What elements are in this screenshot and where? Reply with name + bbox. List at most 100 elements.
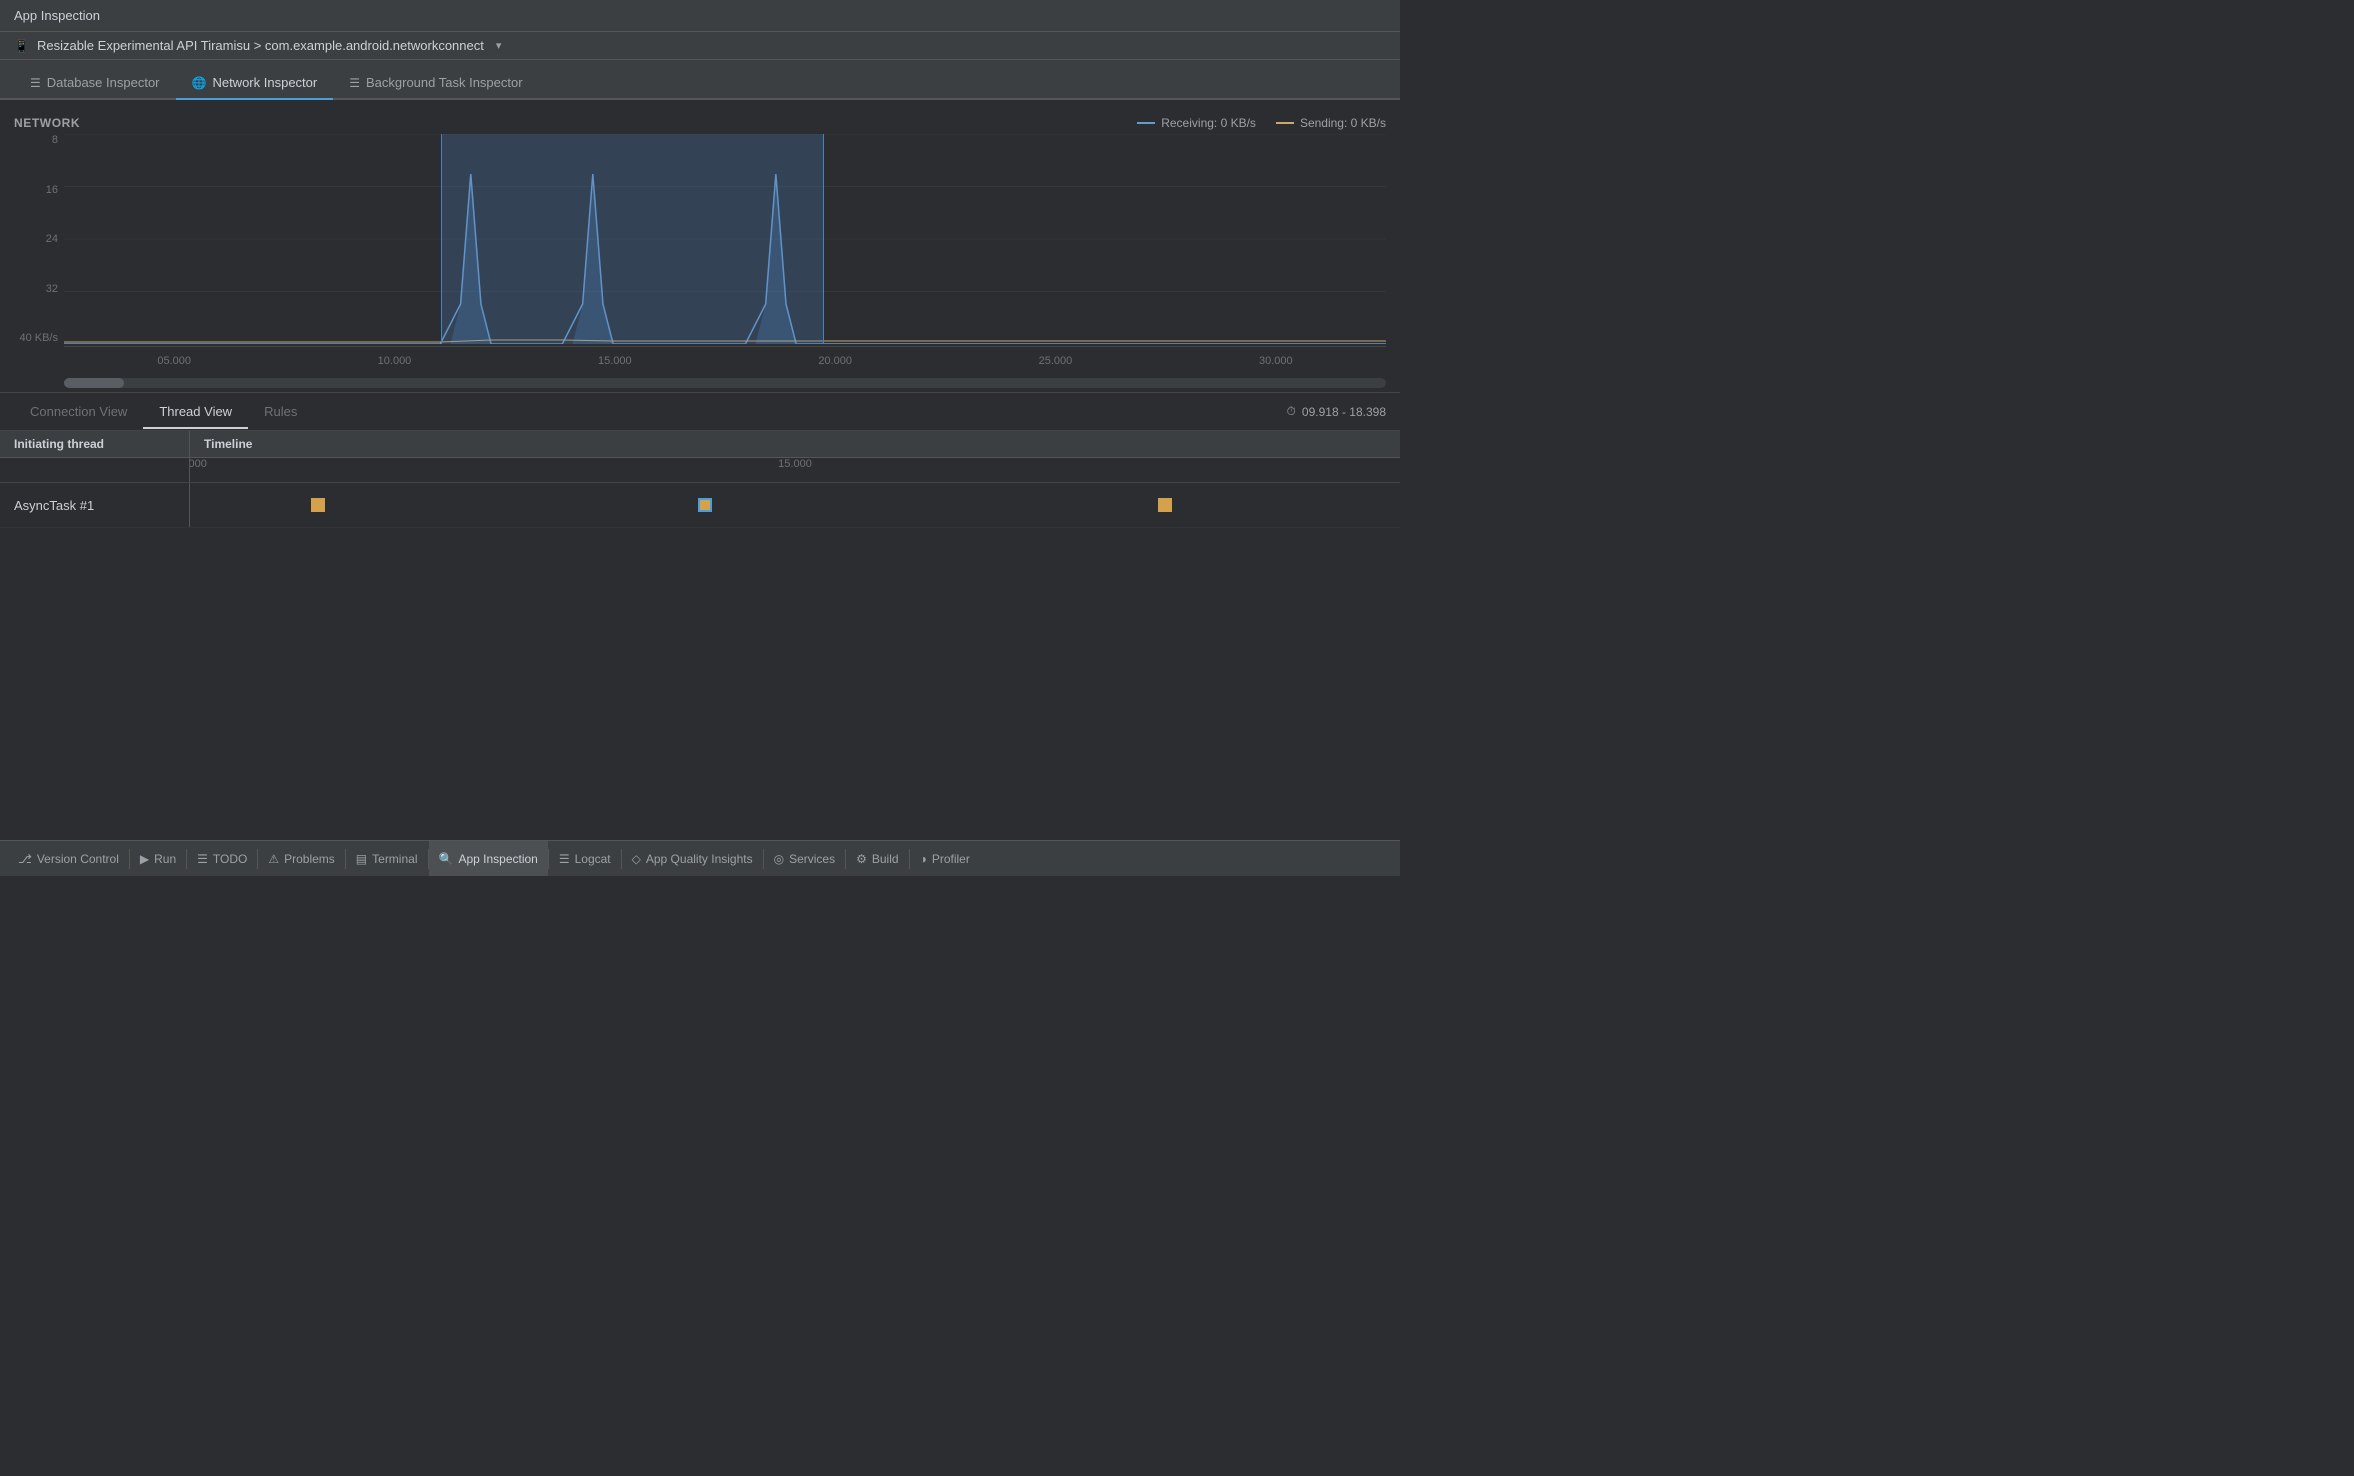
x-label-10: 10.000 <box>284 355 504 367</box>
legend-sending-line <box>1276 122 1294 124</box>
thread-table-subheader: 10.000 15.000 <box>0 458 1400 483</box>
bottom-panel: Connection View Thread View Rules ⏱ 09.9… <box>0 392 1400 840</box>
y-label-24: 24 <box>14 233 64 245</box>
tab-database[interactable]: ☰ Database Inspector <box>14 67 176 100</box>
separator-1 <box>0 100 1400 108</box>
y-label-32: 32 <box>14 283 64 295</box>
tab-rules[interactable]: Rules <box>248 396 313 429</box>
device-text: Resizable Experimental API Tiramisu > co… <box>37 38 484 53</box>
legend-sending: Sending: 0 KB/s <box>1276 116 1386 130</box>
database-icon: ☰ <box>30 76 41 90</box>
tab-network-label: Network Inspector <box>212 75 317 90</box>
ruler-label-10: 10.000 <box>190 458 207 470</box>
thread-view-label: Thread View <box>159 404 232 419</box>
clock-icon: ⏱ <box>1287 404 1296 419</box>
device-bar: 📱 Resizable Experimental API Tiramisu > … <box>0 32 1400 60</box>
todo-label: TODO <box>213 852 247 866</box>
col-initiating-header: Initiating thread <box>0 431 190 457</box>
scrollbar-area[interactable] <box>0 374 1400 392</box>
timeline-ruler: 10.000 15.000 <box>190 458 1400 482</box>
tab-background-label: Background Task Inspector <box>366 75 523 90</box>
device-icon: 📱 <box>14 39 29 53</box>
thread-table-header: Initiating thread Timeline <box>0 431 1400 458</box>
terminal-icon: ▤ <box>356 852 367 866</box>
inspector-tabs: ☰ Database Inspector 🌐 Network Inspector… <box>0 60 1400 100</box>
profiler-label: Profiler <box>932 852 970 866</box>
x-label-20: 20.000 <box>725 355 945 367</box>
scrollbar-thumb[interactable] <box>64 378 124 388</box>
status-terminal[interactable]: ▤ Terminal <box>346 841 428 876</box>
profiler-icon: ◑ <box>920 852 927 866</box>
status-logcat[interactable]: ☰ Logcat <box>549 841 621 876</box>
run-icon: ▶ <box>140 852 149 866</box>
app-inspection-icon: 🔍 <box>439 852 454 866</box>
app-inspection-label: App Inspection <box>458 852 537 866</box>
x-label-25: 25.000 <box>945 355 1165 367</box>
x-label-30: 30.000 <box>1166 355 1386 367</box>
legend-sending-label: Sending: 0 KB/s <box>1300 116 1386 130</box>
network-section: NETWORK Receiving: 0 KB/s Sending: 0 KB/… <box>0 108 1400 374</box>
view-tabs: Connection View Thread View Rules ⏱ 09.9… <box>0 393 1400 431</box>
task-block-3[interactable] <box>1158 498 1172 512</box>
thread-name: AsyncTask #1 <box>0 483 190 527</box>
terminal-label: Terminal <box>372 852 417 866</box>
legend-receiving-line <box>1137 122 1155 124</box>
connection-view-label: Connection View <box>30 404 127 419</box>
y-label-8: 8 <box>14 134 64 146</box>
time-range: ⏱ 09.918 - 18.398 <box>1287 404 1386 419</box>
services-label: Services <box>789 852 835 866</box>
build-icon: ⚙ <box>856 852 867 866</box>
services-icon: ◎ <box>774 852 784 866</box>
y-axis: 40 KB/s 32 24 16 8 <box>14 134 64 344</box>
chart-plot-area[interactable] <box>64 134 1386 344</box>
rules-label: Rules <box>264 404 297 419</box>
network-title: NETWORK <box>14 116 80 130</box>
app-quality-icon: ◇ <box>632 852 641 866</box>
logcat-icon: ☰ <box>559 852 570 866</box>
device-chevron-icon[interactable]: ▾ <box>496 39 502 52</box>
network-legend: Receiving: 0 KB/s Sending: 0 KB/s <box>1137 116 1386 130</box>
todo-icon: ☰ <box>197 852 208 866</box>
title-bar: App Inspection <box>0 0 1400 32</box>
status-app-inspection[interactable]: 🔍 App Inspection <box>429 841 548 876</box>
tab-connection-view[interactable]: Connection View <box>14 396 143 429</box>
version-control-label: Version Control <box>37 852 119 866</box>
y-label-40: 40 KB/s <box>14 332 64 344</box>
time-range-text: 09.918 - 18.398 <box>1302 405 1386 419</box>
build-label: Build <box>872 852 899 866</box>
status-problems[interactable]: ⚠ Problems <box>258 841 344 876</box>
tab-thread-view[interactable]: Thread View <box>143 396 248 429</box>
y-label-16: 16 <box>14 184 64 196</box>
timeline-area[interactable] <box>190 483 1400 527</box>
background-icon: ☰ <box>349 76 360 90</box>
x-label-05: 05.000 <box>64 355 284 367</box>
scrollbar-track[interactable] <box>64 378 1386 388</box>
tab-background[interactable]: ☰ Background Task Inspector <box>333 67 538 100</box>
status-bar: ⎇ Version Control ▶ Run ☰ TODO ⚠ Problem… <box>0 840 1400 876</box>
legend-receiving: Receiving: 0 KB/s <box>1137 116 1256 130</box>
logcat-label: Logcat <box>575 852 611 866</box>
version-control-icon: ⎇ <box>18 852 32 866</box>
status-app-quality[interactable]: ◇ App Quality Insights <box>622 841 763 876</box>
status-todo[interactable]: ☰ TODO <box>187 841 257 876</box>
run-label: Run <box>154 852 176 866</box>
task-block-2-selected[interactable] <box>698 498 712 512</box>
chart-container[interactable]: 40 KB/s 32 24 16 8 <box>14 134 1386 374</box>
problems-icon: ⚠ <box>268 852 279 866</box>
col-timeline-header: Timeline <box>190 431 1400 457</box>
tab-network[interactable]: 🌐 Network Inspector <box>176 67 334 100</box>
problems-label: Problems <box>284 852 335 866</box>
tab-database-label: Database Inspector <box>47 75 160 90</box>
col-spacer <box>0 458 190 482</box>
table-row: AsyncTask #1 <box>0 483 1400 528</box>
status-build[interactable]: ⚙ Build <box>846 841 908 876</box>
status-version-control[interactable]: ⎇ Version Control <box>8 841 129 876</box>
task-block-1[interactable] <box>311 498 325 512</box>
ruler-label-15: 15.000 <box>778 458 812 470</box>
status-profiler[interactable]: ◑ Profiler <box>910 841 980 876</box>
network-icon: 🌐 <box>192 76 207 90</box>
status-run[interactable]: ▶ Run <box>130 841 186 876</box>
title-label: App Inspection <box>14 8 100 23</box>
status-services[interactable]: ◎ Services <box>764 841 846 876</box>
selection-overlay <box>441 134 824 344</box>
